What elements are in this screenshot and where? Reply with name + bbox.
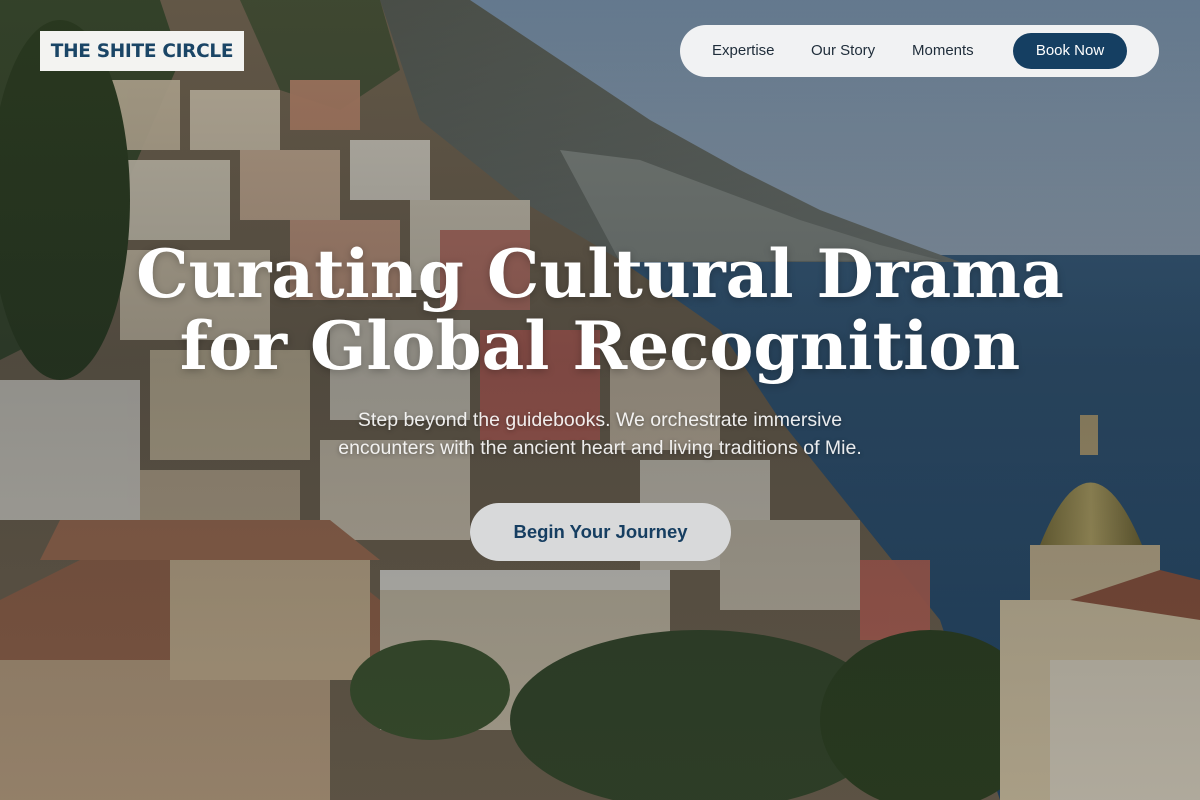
hero-headline: Curating Cultural Drama for Global Recog… <box>0 238 1200 382</box>
brand-name: THE SHITE CIRCLE <box>50 40 234 62</box>
headline-line-1: Curating Cultural Drama <box>136 235 1064 313</box>
hero-subline: Step beyond the guidebooks. We orchestra… <box>0 406 1200 462</box>
subline-line-1: Step beyond the guidebooks. We orchestra… <box>357 409 843 431</box>
begin-journey-button[interactable]: Begin Your Journey <box>470 503 731 561</box>
nav-link-expertise[interactable]: Expertise <box>712 25 775 77</box>
hero-section <box>0 0 1200 800</box>
headline-line-2: for Global Recognition <box>179 307 1021 385</box>
nav-link-our-story[interactable]: Our Story <box>811 25 875 77</box>
hero-overlay <box>0 0 1200 800</box>
book-now-button[interactable]: Book Now <box>1013 33 1127 69</box>
subline-line-2: encounters with the ancient heart and li… <box>338 437 862 459</box>
main-nav: Expertise Our Story Moments Book Now <box>680 25 1159 77</box>
brand-logo[interactable]: THE SHITE CIRCLE <box>40 31 244 71</box>
nav-link-moments[interactable]: Moments <box>912 25 974 77</box>
